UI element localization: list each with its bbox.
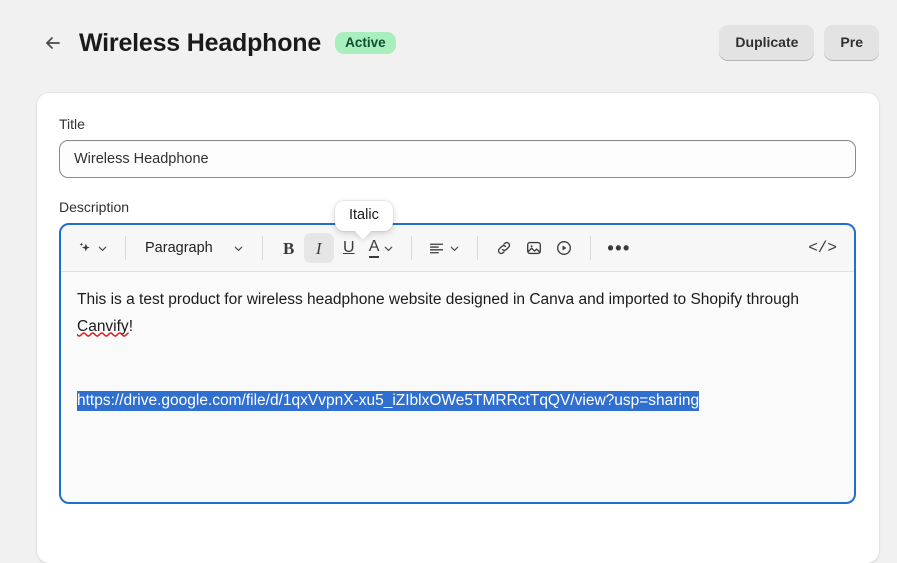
page-title: Wireless Headphone <box>79 28 322 57</box>
arrow-left-icon <box>43 33 63 53</box>
paragraph-text-part1: This is a test product for wireless head… <box>77 291 800 308</box>
underline-button[interactable]: U <box>334 233 364 263</box>
link-icon <box>495 239 513 257</box>
block-format-select[interactable]: Paragraph <box>137 233 251 263</box>
align-left-icon <box>428 240 445 257</box>
ai-assist-button[interactable] <box>71 233 114 263</box>
bold-button[interactable]: B <box>274 233 304 263</box>
field-spacer <box>59 178 857 200</box>
toolbar-divider <box>590 236 592 260</box>
description-label: Description <box>59 199 130 215</box>
text-color-button[interactable]: A <box>364 233 401 263</box>
code-icon: </> <box>808 239 837 257</box>
tooltip-label: Italic <box>349 207 379 223</box>
italic-icon: I <box>315 238 322 258</box>
product-details-card: Title Description <box>37 93 879 563</box>
video-button[interactable] <box>549 233 579 263</box>
link-button[interactable] <box>489 233 519 263</box>
bold-icon: B <box>283 238 295 258</box>
block-format-value: Paragraph <box>145 240 213 256</box>
editor-content[interactable]: This is a test product for wireless head… <box>61 272 854 502</box>
chevron-down-icon <box>232 242 245 255</box>
duplicate-button[interactable]: Duplicate <box>719 25 815 61</box>
sparkle-icon <box>76 240 93 257</box>
toolbar-divider <box>125 236 126 260</box>
page-header: Wireless Headphone Active Duplicate Pre <box>0 0 897 86</box>
toolbar-divider <box>477 236 479 260</box>
header-actions: Duplicate Pre <box>719 25 879 61</box>
chevron-down-icon <box>96 242 109 255</box>
more-options-button[interactable]: ••• <box>602 233 635 263</box>
title-label: Title <box>59 116 85 132</box>
ellipsis-icon: ••• <box>607 237 631 258</box>
text-color-icon: A <box>368 238 380 258</box>
align-button[interactable] <box>423 233 466 263</box>
empty-paragraph <box>77 340 838 388</box>
image-button[interactable] <box>519 233 549 263</box>
back-button[interactable] <box>38 28 68 58</box>
editor-toolbar: Paragraph B I U A ••• </> <box>61 225 854 272</box>
italic-button[interactable]: I <box>303 233 334 263</box>
url-paragraph: https://drive.google.com/file/d/1qxVvpnX… <box>77 388 838 415</box>
underline-icon: U <box>342 238 355 256</box>
code-view-button[interactable]: </> <box>803 233 842 263</box>
status-badge: Active <box>335 31 396 55</box>
description-editor[interactable]: Paragraph B I U A ••• </> This is a test… <box>59 223 856 504</box>
selected-url-text: https://drive.google.com/file/d/1qxVvpnX… <box>77 391 700 412</box>
chevron-down-icon <box>448 242 461 255</box>
italic-tooltip: Italic <box>335 201 393 231</box>
chevron-down-icon <box>382 242 395 255</box>
play-circle-icon <box>555 239 573 257</box>
toolbar-divider <box>411 236 413 260</box>
image-icon <box>525 239 543 257</box>
preview-button[interactable]: Pre <box>824 25 879 61</box>
toolbar-divider <box>261 236 263 260</box>
title-input[interactable] <box>59 140 856 178</box>
misspelled-word: Canvify <box>77 317 129 335</box>
paragraph-text-part2: ! <box>128 317 133 335</box>
product-editor-page: Wireless Headphone Active Duplicate Pre … <box>0 0 897 563</box>
description-paragraph: This is a test product for wireless head… <box>77 287 838 340</box>
